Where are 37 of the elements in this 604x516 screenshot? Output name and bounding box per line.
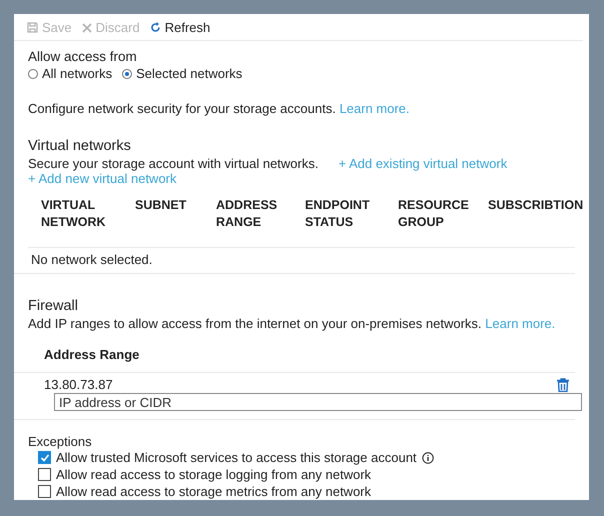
checkbox[interactable] <box>38 451 51 464</box>
column-header: SUBSCRIBTION <box>488 197 584 214</box>
empty-message: No network selected. <box>14 248 575 274</box>
refresh-button[interactable]: Refresh <box>150 18 210 37</box>
save-icon <box>27 22 38 33</box>
section-label: Exceptions <box>28 434 93 449</box>
checkbox-label: Allow trusted Microsoft services to access this storage account <box>56 450 417 465</box>
radio-label: Selected networks <box>136 66 242 81</box>
column-header: SUBNET <box>135 197 188 214</box>
column-header: ENDPOINT STATUS <box>305 197 371 231</box>
radio-label: All networks <box>42 66 112 81</box>
column-header: ADDRESS RANGE <box>216 197 278 231</box>
checkbox[interactable] <box>38 485 51 498</box>
section-title: Virtual networks <box>28 138 132 154</box>
learn-more-link[interactable]: Learn more. <box>485 316 556 331</box>
delete-icon[interactable] <box>557 378 569 392</box>
column-header: VIRTUAL NETWORK <box>41 197 107 231</box>
add-new-link[interactable]: + Add new virtual network <box>28 171 176 186</box>
add-existing-link[interactable]: + Add existing virtual network <box>338 156 508 171</box>
column-header: RESOURCE GROUP <box>398 197 470 231</box>
refresh-icon <box>150 22 161 33</box>
info-icon[interactable] <box>422 452 434 464</box>
checkbox-label: Allow read access to storage metrics from any network <box>56 484 372 499</box>
radio-button[interactable] <box>28 68 38 78</box>
checkbox[interactable] <box>38 468 51 481</box>
description-text: Add IP ranges to allow access from the internet on your on-premises networks. <box>28 316 482 331</box>
section-title: Firewall <box>28 298 79 314</box>
section-label: Allow access from <box>28 49 138 64</box>
ip-address-field[interactable]: IP address or CIDR <box>54 393 582 411</box>
close-icon <box>82 22 92 32</box>
description-text: Configure network security for your storage accounts. <box>28 101 336 116</box>
checkbox-label: Allow read access to storage logging from any network <box>56 467 372 482</box>
column-header: Address Range <box>44 347 140 362</box>
description-text: Secure your storage account with virtual networks. <box>28 156 318 171</box>
table-cell: 13.80.73.87 <box>44 377 113 392</box>
learn-more-link[interactable]: Learn more. <box>339 101 410 116</box>
radio-button[interactable] <box>122 68 132 78</box>
